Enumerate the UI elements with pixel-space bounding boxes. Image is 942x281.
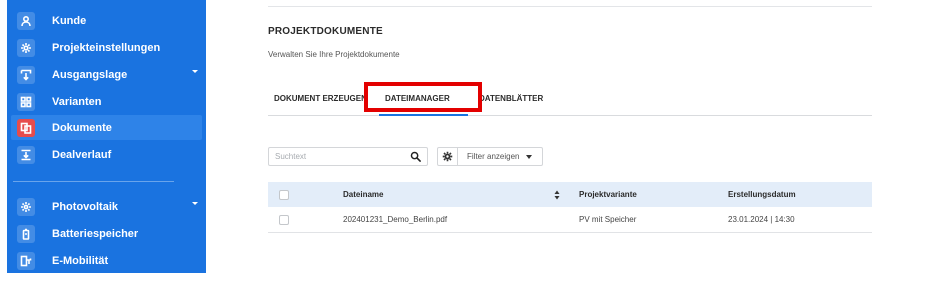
filter-label: Filter anzeigen: [467, 152, 520, 161]
cell-filename[interactable]: 202401231_Demo_Berlin.pdf: [343, 207, 447, 232]
sidebar-item-photovoltaik[interactable]: Photovoltaik: [11, 194, 202, 219]
sidebar-item-projekteinstellungen[interactable]: Projekteinstellungen: [11, 35, 202, 60]
header-divider: [268, 6, 872, 7]
page-title: PROJEKTDOKUMENTE: [268, 26, 383, 37]
documents-icon: [17, 118, 35, 137]
chevron-down-icon: [192, 202, 198, 205]
select-all-checkbox[interactable]: [279, 189, 289, 200]
column-header-projektvariante[interactable]: Projektvariante: [579, 182, 637, 207]
user-icon: [17, 11, 35, 30]
table-row[interactable]: 202401231_Demo_Berlin.pdf PV mit Speiche…: [268, 207, 872, 233]
sort-icon[interactable]: [554, 190, 560, 200]
tab-dokument-erzeugen[interactable]: DOKUMENT ERZEUGEN: [274, 88, 367, 108]
tab-datenblaetter[interactable]: DATENBLÄTTER: [479, 88, 543, 108]
active-tab-indicator: [379, 114, 468, 116]
ev-charger-icon: [17, 251, 35, 270]
sidebar-item-label: Dokumente: [52, 121, 112, 134]
sun-icon: [17, 197, 35, 216]
sidebar-item-label: Photovoltaik: [52, 200, 119, 213]
row-select-cell: [279, 207, 289, 232]
cell-variant: PV mit Speicher: [579, 215, 637, 224]
search-icon[interactable]: [410, 151, 421, 162]
tab-dateimanager[interactable]: DATEIMANAGER: [385, 88, 450, 108]
column-header-erstellungsdatum[interactable]: Erstellungsdatum: [728, 182, 796, 207]
row-checkbox[interactable]: [279, 214, 289, 225]
page-subtitle: Verwalten Sie Ihre Projektdokumente: [268, 50, 400, 59]
sidebar-item-batteriespeicher[interactable]: Batteriespeicher: [11, 221, 202, 246]
sidebar-item-dokumente[interactable]: Dokumente: [11, 115, 202, 140]
table-header: Dateiname Projektvariante Erstellungsdat…: [268, 182, 872, 207]
sidebar-divider: [13, 181, 174, 182]
download-box-icon: [17, 65, 35, 84]
caret-down-icon: [526, 154, 533, 159]
battery-icon: [17, 224, 35, 243]
sidebar-item-label: Ausgangslage: [52, 68, 128, 81]
sidebar-item-label: Projekteinstellungen: [52, 41, 161, 54]
sidebar-item-label: Batteriespeicher: [52, 227, 139, 240]
app-window: Kunde Projekteinstellungen Ausgangslage …: [0, 0, 942, 281]
sidebar-item-dealverlauf[interactable]: Dealverlauf: [11, 142, 202, 167]
column-header-dateiname[interactable]: Dateiname: [343, 182, 383, 207]
sidebar-item-label: E-Mobilität: [52, 254, 109, 267]
select-all-cell: [279, 182, 289, 207]
cell-date: 23.01.2024 | 14:30: [728, 215, 795, 224]
sidebar-item-label: Varianten: [52, 95, 102, 108]
sidebar-item-kunde[interactable]: Kunde: [11, 8, 202, 33]
sidebar-item-varianten[interactable]: Varianten: [11, 89, 202, 114]
tab-bar: DOKUMENT ERZEUGEN DATEIMANAGER DATENBLÄT…: [268, 88, 872, 116]
gear-icon: [17, 38, 35, 57]
sidebar-item-label: Dealverlauf: [52, 148, 112, 161]
sidebar-item-label: Kunde: [52, 14, 87, 27]
search-box: [268, 147, 428, 166]
gear-icon[interactable]: [438, 148, 458, 165]
search-input[interactable]: [269, 148, 399, 165]
chevron-down-icon: [192, 70, 198, 73]
sidebar-item-e-mobilitaet[interactable]: E-Mobilität: [11, 248, 202, 273]
sidebar-item-ausgangslage[interactable]: Ausgangslage: [11, 62, 202, 87]
filter-dropdown[interactable]: Filter anzeigen: [437, 147, 543, 166]
download-tray-icon: [17, 145, 35, 164]
sidebar: Kunde Projekteinstellungen Ausgangslage …: [7, 0, 206, 273]
grid-icon: [17, 92, 35, 111]
